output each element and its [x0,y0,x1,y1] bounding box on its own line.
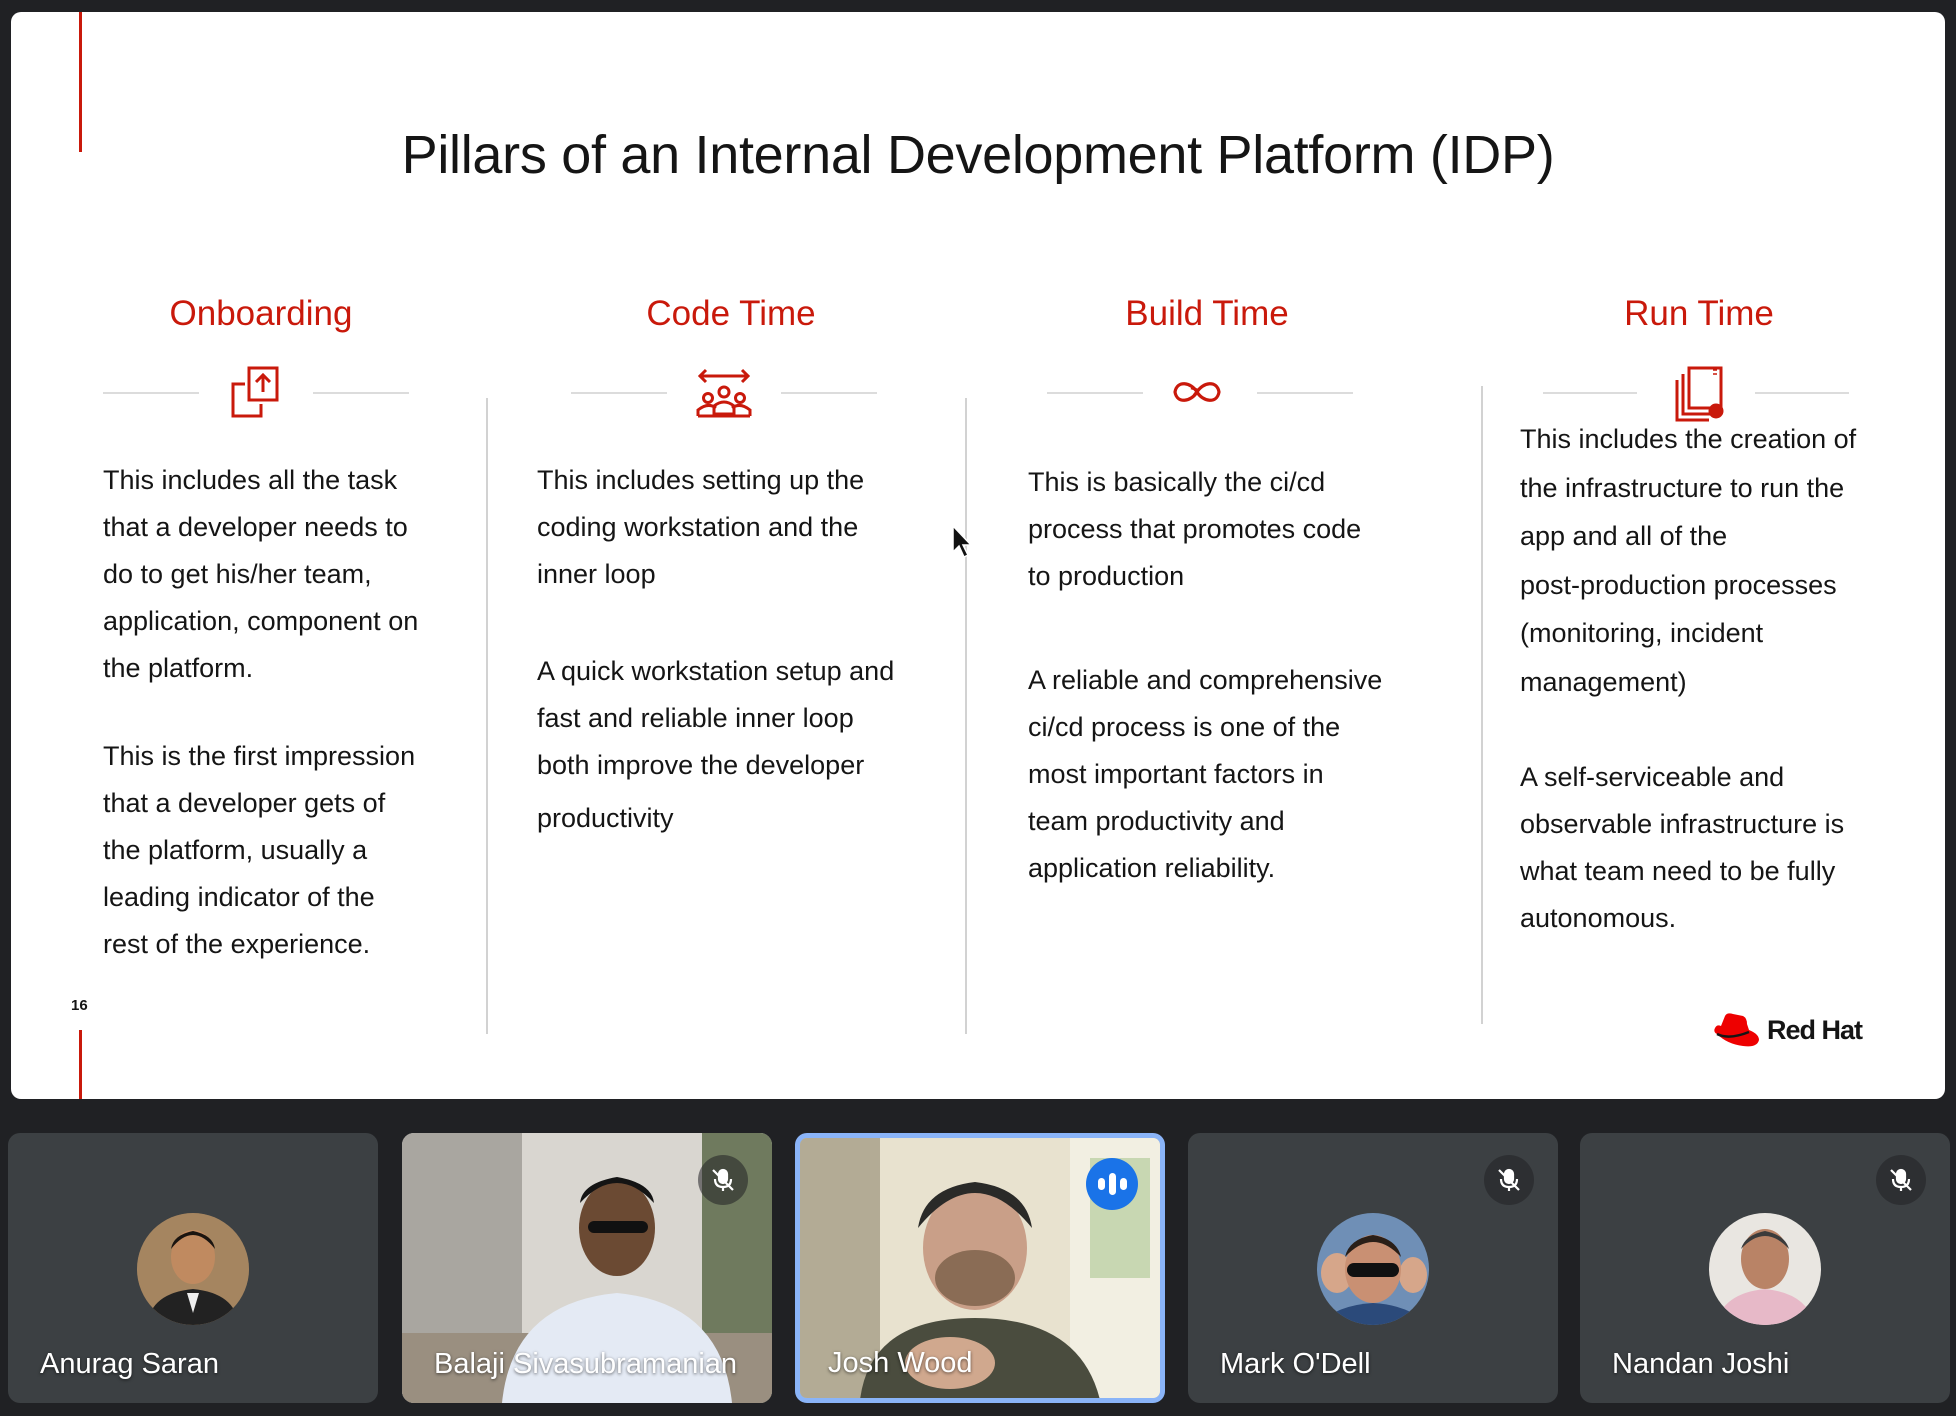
pillar-heading-run-time: Run Time [1624,294,1774,333]
text-line: autonomous. [1520,903,1677,933]
paragraph: This is basically the ci/cd process that… [1028,459,1382,600]
text-line: fast and reliable inner loop [537,703,854,733]
text-line: team productivity and [1028,806,1285,836]
avatar [1709,1213,1821,1325]
heading-rule [1047,392,1143,394]
stacked-pages-icon [1669,362,1729,422]
text-line: application reliability. [1028,853,1276,883]
paragraph: A reliable and comprehensive ci/cd proce… [1028,657,1382,892]
slide-page-number: 16 [71,997,88,1014]
participant-name: Anurag Saran [40,1348,219,1380]
text-line: ci/cd process is one of the [1028,712,1341,742]
text-line: A quick workstation setup and [537,656,895,686]
text-line: This is the first impression [103,741,416,771]
text-line: to production [1028,561,1185,591]
share-upload-icon [225,362,285,422]
speaking-indicator-icon [1086,1158,1138,1210]
text-line: both improve the developer [537,750,865,780]
text-line: process that promotes code [1028,514,1362,544]
text-line: A self-serviceable and [1520,762,1785,792]
heading-rule [103,392,199,394]
text-line: inner loop [537,559,656,589]
paragraph: A quick workstation setup and fast and r… [537,648,894,842]
text-line: observable infrastructure is [1520,809,1845,839]
participant-tile[interactable]: Mark O'Dell [1188,1133,1558,1403]
text-line: A reliable and comprehensive [1028,665,1383,695]
pillar-text-onboarding: This includes all the task that a develo… [103,457,418,968]
slide-accent-line-bottom [79,1030,82,1099]
participant-name: Mark O'Dell [1220,1348,1371,1380]
paragraph: This includes the creation of the infras… [1520,415,1856,706]
heading-rule [1543,392,1637,394]
heading-rule [571,392,667,394]
pillar-text-code-time: This includes setting up the coding work… [537,457,894,842]
text-line: app and all of the [1520,521,1728,551]
avatar [137,1213,249,1325]
heading-rule [313,392,409,394]
text-line: most important factors in [1028,759,1324,789]
slide-title: Pillars of an Internal Development Platf… [401,125,1555,185]
participant-tile[interactable]: Balaji Sivasubramanian [402,1133,772,1403]
text-line: rest of the experience. [103,929,371,959]
paragraph: This is the first impression that a deve… [103,733,418,968]
red-hat-icon [1714,1013,1759,1047]
pillar-text-run-time: This includes the creation of the infras… [1520,415,1856,942]
participant-tile[interactable]: Anurag Saran [8,1133,378,1403]
presentation-slide: 16 Pillars of an Internal Development Pl… [11,12,1945,1099]
mic-off-icon [1876,1155,1926,1205]
text-line: This is basically the ci/cd [1028,467,1326,497]
heading-rule [1257,392,1353,394]
text-line: productivity [537,803,674,833]
text-line: This includes all the task [103,465,398,495]
text-line: the platform. [103,653,254,683]
text-line: post-production processes [1520,569,1837,600]
text-line: the infrastructure to run the [1520,472,1845,503]
pillar-text-build-time: This is basically the ci/cd process that… [1028,459,1382,892]
heading-rule [1755,392,1849,394]
pillar-heading-build-time: Build Time [1125,294,1289,333]
pillar-heading-code-time: Code Time [646,294,816,333]
text-line: what team need to be fully [1520,856,1836,886]
participant-name: Nandan Joshi [1612,1348,1790,1380]
column-divider [1481,386,1483,1024]
text-line: This includes setting up the [537,465,865,495]
text-line: that a developer gets of [103,788,386,818]
text-line: leading indicator of the [103,882,375,912]
mic-off-icon [1484,1155,1534,1205]
brand-name: Red Hat [1767,1014,1863,1045]
mic-off-icon [698,1155,748,1205]
paragraph: This includes setting up the coding work… [537,457,894,598]
red-hat-logo: Red Hat [1709,1010,1863,1050]
text-line: (monitoring, incident [1520,618,1764,648]
text-line: the platform, usually a [103,835,368,865]
text-line: do to get his/her team, [103,559,372,589]
paragraph: A self-serviceable and observable infras… [1520,754,1856,942]
paragraph: This includes all the task that a develo… [103,457,418,692]
text-line: application, component on [103,606,419,636]
avatar [1317,1213,1429,1325]
participant-tile-active-speaker[interactable]: Josh Wood [795,1133,1165,1403]
participant-name: Josh Wood [828,1347,973,1379]
text-line: This includes the creation of [1520,424,1857,454]
participant-tile[interactable]: Nandan Joshi [1580,1133,1950,1403]
participant-name: Balaji Sivasubramanian [434,1348,738,1380]
column-divider [965,398,967,1034]
heading-rule [781,392,877,394]
text-line: management) [1520,666,1687,697]
infinity-icon [1167,362,1227,422]
mouse-cursor-icon [952,524,973,559]
text-line: coding workstation and the [537,512,859,542]
column-divider [486,398,488,1034]
pillar-heading-onboarding: Onboarding [169,294,353,333]
team-arrows-icon [694,362,754,422]
text-line: that a developer needs to [103,512,408,542]
